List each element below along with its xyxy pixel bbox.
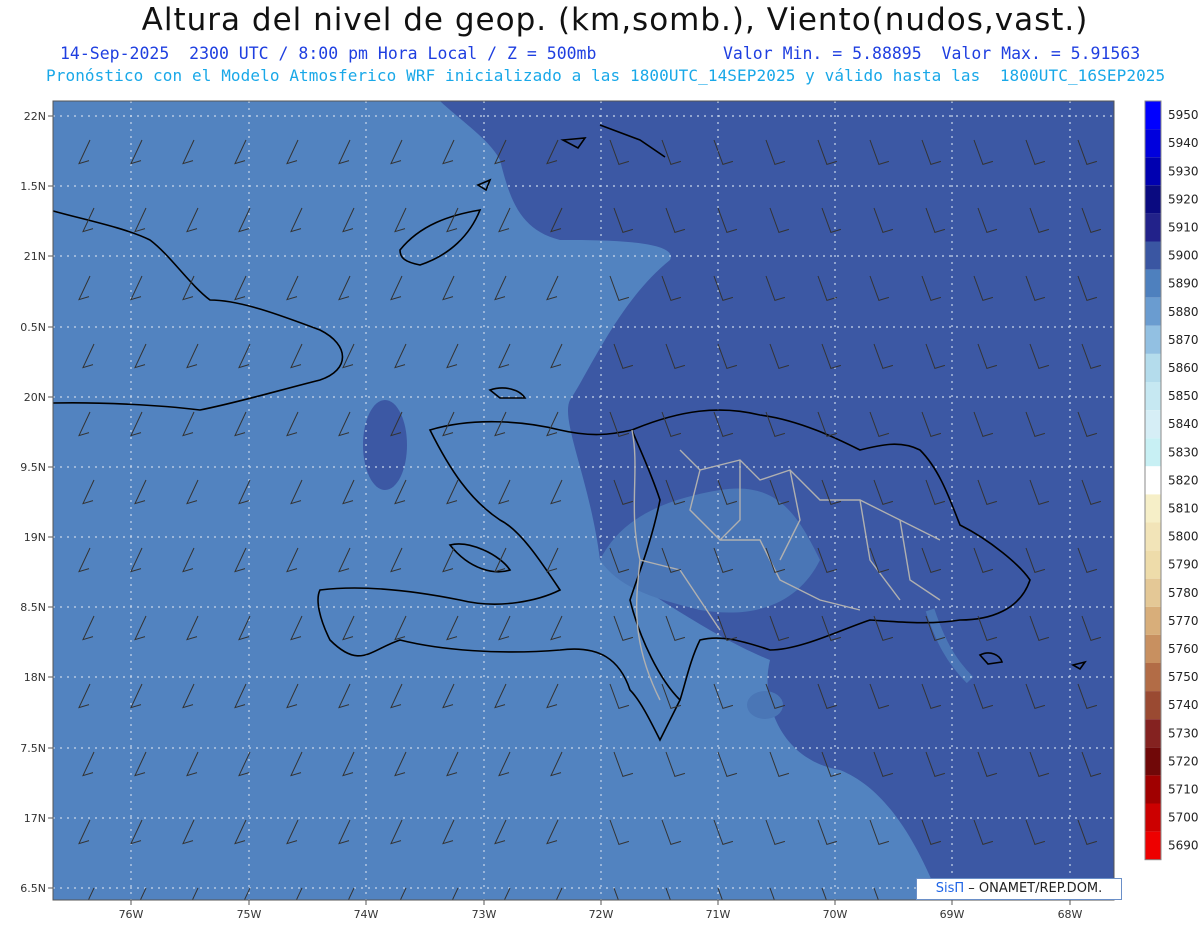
colorbar-swatch [1145, 157, 1161, 186]
lat-label: 19N [24, 531, 46, 544]
colorbar-label: 5710 [1168, 782, 1199, 796]
colorbar-label: 5800 [1168, 530, 1199, 544]
colorbar-swatch [1145, 185, 1161, 214]
lat-label: 9.5N [20, 461, 46, 474]
colorbar-swatch [1145, 438, 1161, 467]
colorbar-swatch [1145, 101, 1161, 130]
lat-label: 0.5N [20, 321, 46, 334]
lon-label: 68W [1058, 908, 1083, 921]
colorbar-label: 5730 [1168, 726, 1199, 740]
colorbar-swatch [1145, 578, 1161, 607]
colorbar-swatch [1145, 691, 1161, 720]
colorbar-swatch [1145, 606, 1161, 635]
lon-label: 69W [940, 908, 965, 921]
colorbar-swatch [1145, 663, 1161, 692]
colorbar-swatch [1145, 353, 1161, 382]
colorbar-label: 5740 [1168, 698, 1199, 712]
map-field [53, 101, 1153, 912]
colorbar-label: 5860 [1168, 361, 1199, 375]
lon-label: 76W [119, 908, 144, 921]
colorbar-swatch [1145, 775, 1161, 804]
longitude-labels: 76W 75W 74W 73W 72W 71W 70W 69W 68W [119, 908, 1083, 921]
colorbar-label: 5790 [1168, 558, 1199, 572]
lat-label: 1.5N [20, 180, 46, 193]
colorbar-label: 5940 [1168, 136, 1199, 150]
lon-label: 74W [354, 908, 379, 921]
colorbar-swatch [1145, 466, 1161, 495]
colorbar-swatch [1145, 213, 1161, 242]
colorbar-label: 5770 [1168, 614, 1199, 628]
colorbar-swatch [1145, 129, 1161, 158]
colorbar-label: 5930 [1168, 164, 1199, 178]
colorbar-swatch [1145, 325, 1161, 354]
colorbar-label: 5880 [1168, 305, 1199, 319]
colorbar-swatch [1145, 747, 1161, 776]
colorbar-swatch [1145, 269, 1161, 298]
colorbar-label: 5850 [1168, 389, 1199, 403]
weather-map: 22N 1.5N 21N 0.5N 20N 9.5N 19N 8.5N 18N … [20, 100, 1199, 921]
colorbar-swatch [1145, 803, 1161, 832]
lon-label: 73W [472, 908, 497, 921]
colorbar-label: 5910 [1168, 220, 1199, 234]
wind-barb [1134, 888, 1153, 912]
lat-label: 7.5N [20, 742, 46, 755]
credit-box: SisΠ – ONAMET/REP.DOM. [916, 878, 1122, 900]
lon-label: 72W [589, 908, 614, 921]
lat-label: 21N [24, 250, 46, 263]
colorbar: 5950 5940 5930 5920 5910 5900 5890 5880 5870 5860… [1144, 100, 1199, 861]
lon-label: 71W [706, 908, 731, 921]
lat-label: 17N [24, 812, 46, 825]
colorbar-label: 5720 [1168, 754, 1199, 768]
colorbar-label: 5900 [1168, 249, 1199, 263]
lon-label: 75W [237, 908, 262, 921]
colorbar-label: 5920 [1168, 192, 1199, 206]
colorbar-swatch [1145, 382, 1161, 411]
colorbar-swatch [1145, 297, 1161, 326]
colorbar-label: 5950 [1168, 108, 1199, 122]
colorbar-label: 5870 [1168, 333, 1199, 347]
colorbar-label: 5700 [1168, 811, 1199, 825]
colorbar-label: 5690 [1168, 839, 1199, 853]
lat-label: 22N [24, 110, 46, 123]
latitude-labels: 22N 1.5N 21N 0.5N 20N 9.5N 19N 8.5N 18N … [20, 110, 46, 895]
lat-label: 6.5N [20, 882, 46, 895]
colorbar-swatch [1145, 831, 1161, 860]
lat-label: 20N [24, 391, 46, 404]
colorbar-swatch [1145, 719, 1161, 748]
colorbar-swatch [1145, 494, 1161, 523]
credit-text: – ONAMET/REP.DOM. [964, 881, 1103, 896]
colorbar-label: 5760 [1168, 642, 1199, 656]
colorbar-label: 5750 [1168, 670, 1199, 684]
colorbar-label: 5890 [1168, 277, 1199, 291]
lat-label: 18N [24, 671, 46, 684]
colorbar-swatch [1145, 634, 1161, 663]
lat-label: 8.5N [20, 601, 46, 614]
colorbar-swatch [1145, 410, 1161, 439]
colorbar-label: 5840 [1168, 417, 1199, 431]
colorbar-label: 5820 [1168, 473, 1199, 487]
sis-logo: SisΠ [935, 881, 965, 896]
colorbar-swatch [1145, 241, 1161, 270]
colorbar-swatch [1145, 550, 1161, 579]
colorbar-label: 5830 [1168, 445, 1199, 459]
colorbar-label: 5810 [1168, 501, 1199, 515]
colorbar-label: 5780 [1168, 586, 1199, 600]
colorbar-swatch [1145, 522, 1161, 551]
lon-label: 70W [823, 908, 848, 921]
